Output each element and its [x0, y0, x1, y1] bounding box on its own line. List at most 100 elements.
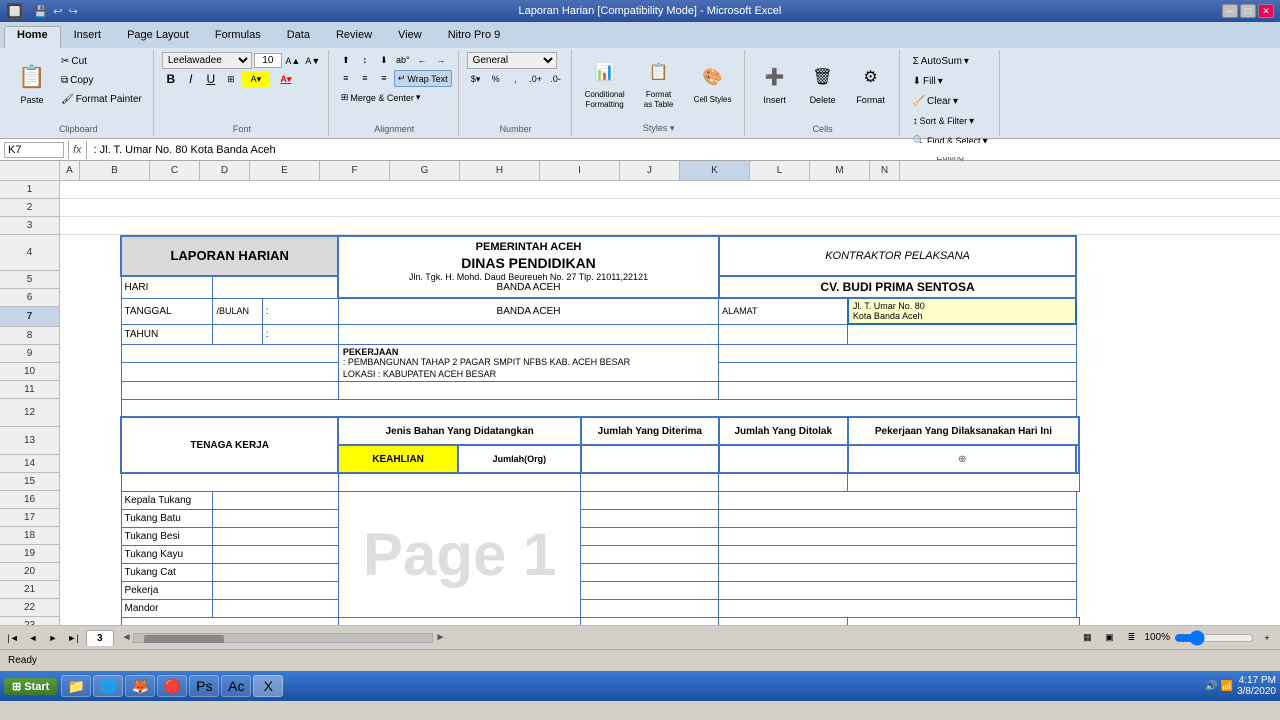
row-num-20: 20 — [0, 563, 59, 581]
indent-decrease-btn[interactable]: ← — [413, 52, 431, 68]
copy-button[interactable]: ⧉ Copy — [56, 71, 147, 89]
align-bottom-btn[interactable]: ⬇ — [375, 52, 393, 68]
close-btn[interactable]: ✕ — [1258, 4, 1274, 18]
tab-review[interactable]: Review — [323, 26, 385, 48]
col-header-K[interactable]: K — [680, 161, 750, 180]
taskbar-app-unknown[interactable]: 🔴 — [157, 675, 187, 697]
format-painter-button[interactable]: 🖌 Format Painter — [56, 90, 147, 108]
taskbar-app-chrome[interactable]: 🌐 — [93, 675, 123, 697]
number-group: General $▾ % , .0+ .0- Number — [461, 50, 572, 136]
border-btn[interactable]: ⊞ — [222, 71, 240, 87]
col-header-B[interactable]: B — [80, 161, 150, 180]
fill-color-btn[interactable]: A▾ — [242, 71, 270, 87]
merge-center-button[interactable]: ⊞ Merge & Center▾ — [337, 89, 425, 106]
col-header-M[interactable]: M — [810, 161, 870, 180]
sheet-nav-first[interactable]: |◄ — [4, 630, 22, 646]
taskbar-app-firefox[interactable]: 🦊 — [125, 675, 155, 697]
sheet-nav-last[interactable]: ►| — [64, 630, 82, 646]
zoom-slider[interactable] — [1174, 634, 1254, 642]
fill-button[interactable]: ⬇ Fill▾ — [908, 72, 948, 90]
taskbar-app-explorer[interactable]: 📁 — [61, 675, 91, 697]
col-header-J[interactable]: J — [620, 161, 680, 180]
cell-reference-input[interactable] — [4, 142, 64, 158]
wrap-text-button[interactable]: ↵ Wrap Text — [394, 70, 452, 87]
col-header-C[interactable]: C — [150, 161, 200, 180]
horizontal-scrollbar[interactable] — [133, 633, 433, 643]
col-header-F[interactable]: F — [320, 161, 390, 180]
page-layout-view-btn[interactable]: ▣ — [1100, 630, 1118, 646]
paste-button[interactable]: 📋 Paste — [10, 52, 54, 114]
office-logo-icon: 🔲 — [6, 3, 23, 20]
percent-btn[interactable]: % — [487, 71, 505, 87]
col-header-H[interactable]: H — [460, 161, 540, 180]
bold-btn[interactable]: B — [162, 71, 180, 87]
row-num-6: 6 — [0, 289, 59, 307]
taskbar-app-excel[interactable]: X — [253, 675, 283, 697]
font-name-select[interactable]: Leelawadee — [162, 52, 252, 69]
increase-font-btn[interactable]: A▲ — [284, 53, 302, 69]
formula-input[interactable] — [91, 143, 1276, 157]
col-header-E[interactable]: E — [250, 161, 320, 180]
normal-view-btn[interactable]: ▦ — [1078, 630, 1096, 646]
align-middle-btn[interactable]: ↕ — [356, 52, 374, 68]
increase-decimal-btn[interactable]: .0+ — [527, 71, 545, 87]
tab-home[interactable]: Home — [4, 26, 61, 48]
conditional-formatting-button[interactable]: 📊 Conditional Formatting — [580, 52, 630, 114]
number-format-select[interactable]: General — [467, 52, 557, 69]
autosum-button[interactable]: Σ AutoSum▾ — [908, 52, 974, 70]
align-right-btn[interactable]: ≡ — [375, 70, 393, 86]
tab-formulas[interactable]: Formulas — [202, 26, 274, 48]
tab-page-layout[interactable]: Page Layout — [114, 26, 202, 48]
taskbar-app-photoshop[interactable]: Ps — [189, 675, 219, 697]
format-table-icon: 📋 — [643, 56, 675, 88]
tab-view[interactable]: View — [385, 26, 435, 48]
sort-filter-button[interactable]: ↕ Sort & Filter▾ — [908, 112, 980, 130]
underline-btn[interactable]: U — [202, 71, 220, 87]
row-num-3: 3 — [0, 217, 59, 235]
clear-button[interactable]: 🧹 Clear▾ — [908, 92, 963, 110]
col-header-N[interactable]: N — [870, 161, 900, 180]
indent-increase-btn[interactable]: → — [432, 52, 450, 68]
row-num-12: 12 — [0, 399, 59, 427]
orientation-btn[interactable]: ab° — [394, 52, 412, 68]
page-break-view-btn[interactable]: ≣ — [1122, 630, 1140, 646]
format-table-button[interactable]: 📋 Formatas Table — [634, 52, 684, 114]
zoom-in-btn[interactable]: + — [1258, 630, 1276, 646]
decrease-font-btn[interactable]: A▼ — [304, 53, 322, 69]
insert-button[interactable]: ➕ Insert — [753, 52, 797, 114]
start-button[interactable]: ⊞ Start — [4, 678, 57, 695]
align-center-btn[interactable]: ≡ — [356, 70, 374, 86]
comma-btn[interactable]: , — [507, 71, 525, 87]
sort-filter-icon: ↕ — [913, 116, 918, 127]
sheet-nav-prev[interactable]: ◄ — [24, 630, 42, 646]
row-num-13: 13 — [0, 427, 59, 455]
tab-data[interactable]: Data — [274, 26, 323, 48]
col-header-L[interactable]: L — [750, 161, 810, 180]
delete-button[interactable]: 🗑 Delete — [801, 52, 845, 114]
minimize-btn[interactable]: ─ — [1222, 4, 1238, 18]
font-color-btn[interactable]: A▾ — [272, 71, 300, 87]
currency-btn[interactable]: $▾ — [467, 71, 485, 87]
sheet-tab-3[interactable]: 3 — [86, 630, 114, 646]
cut-button[interactable]: ✂ Cut — [56, 52, 147, 70]
scrollbar-thumb[interactable] — [144, 635, 224, 643]
sheet-nav-next[interactable]: ► — [44, 630, 62, 646]
cell-styles-button[interactable]: 🎨 Cell Styles — [688, 52, 738, 114]
tab-nitro[interactable]: Nitro Pro 9 — [435, 26, 514, 48]
maximize-btn[interactable]: □ — [1240, 4, 1256, 18]
font-size-input[interactable] — [254, 53, 282, 68]
col-header-I[interactable]: I — [540, 161, 620, 180]
format-button[interactable]: ⚙ Format — [849, 52, 893, 114]
italic-btn[interactable]: I — [182, 71, 200, 87]
taskbar-app-acrobat[interactable]: Ac — [221, 675, 251, 697]
jenis-bahan-header: Jenis Bahan Yang Didatangkan — [338, 417, 581, 445]
insert-icon: ➕ — [759, 61, 791, 93]
align-left-btn[interactable]: ≡ — [337, 70, 355, 86]
col-header-D[interactable]: D — [200, 161, 250, 180]
row-22 — [121, 617, 1079, 625]
align-top-btn[interactable]: ⬆ — [337, 52, 355, 68]
col-header-G[interactable]: G — [390, 161, 460, 180]
tab-insert[interactable]: Insert — [61, 26, 115, 48]
col-header-A[interactable]: A — [60, 161, 80, 180]
decrease-decimal-btn[interactable]: .0- — [547, 71, 565, 87]
